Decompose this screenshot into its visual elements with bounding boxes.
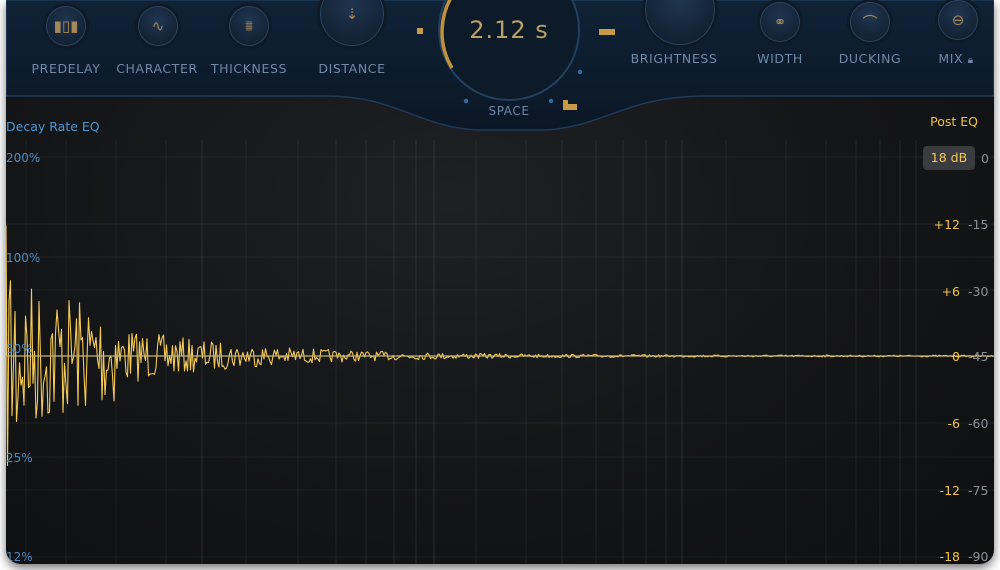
left-scale-label: 50% [6,342,33,356]
right-db-label: 0 [952,349,960,364]
bars-icon: ▮▯▮ [53,17,79,35]
post-eq-title: Post EQ [930,114,978,129]
left-scale-label: 25% [6,451,33,465]
right-db-label: -18 [939,549,960,564]
thickness-knob[interactable]: ⩩ [229,6,269,46]
thickness-label: THICKNESS [210,61,288,76]
eq-horizontal-lines [6,156,994,558]
db-range-selector[interactable]: 18 dB [923,146,975,170]
predelay-label: PREDELAY [31,61,101,76]
space-value[interactable]: 2.12 s [469,16,549,44]
right-level-label: 0 [981,151,989,166]
character-knob[interactable]: ∿ [138,6,178,46]
left-scale-label: 200% [6,151,41,165]
brightness-label: BRIGHTNESS [630,51,718,66]
right-level-label: -30 [968,284,989,299]
right-level-label: -75 [968,483,989,498]
right-db-label: +6 [941,284,960,299]
mix-icon: ⊖ [951,11,965,29]
eq-grid [25,140,917,564]
predelay-knob[interactable]: ▮▯▮ [46,6,86,46]
wave-icon: ∿ [151,17,165,35]
right-level-label: -60 [968,416,989,431]
right-level-label: -45 [968,349,989,364]
plugin-window: ▮▯▮ ∿ ⩩ ⇣ ⚭ ⌒ ⊖ 2.12 s PREDELAY CHARACTE… [6,0,994,564]
width-label: WIDTH [757,51,803,66]
right-db-label: +12 [933,217,960,232]
distance-label: DISTANCE [318,61,386,76]
left-scale-label: 100% [6,251,41,265]
space-label: SPACE [488,104,530,118]
right-level-label: -15 [968,217,989,232]
mix-label: MIX 🔒︎ [938,51,974,66]
decay-rate-eq-title: Decay Rate EQ [6,119,100,134]
left-scale-label: 12% [6,550,33,564]
mix-knob[interactable]: ⊖ [938,0,978,40]
ducking-knob[interactable]: ⌒ [850,2,890,42]
character-label: CHARACTER [116,61,198,76]
right-level-label: -90 [968,549,989,564]
right-db-label: -6 [947,416,960,431]
ducking-curve-icon: ⌒ [862,13,878,32]
impulse-waveform [6,225,994,466]
right-db-label: -12 [939,483,960,498]
lock-icon[interactable]: 🔒︎ [968,55,974,66]
ducking-label: DUCKING [838,51,902,66]
width-knob[interactable]: ⚭ [760,2,800,42]
grain-icon: ⩩ [244,17,254,35]
arrow-down-icon: ⇣ [345,5,359,23]
stereo-width-icon: ⚭ [773,13,787,31]
